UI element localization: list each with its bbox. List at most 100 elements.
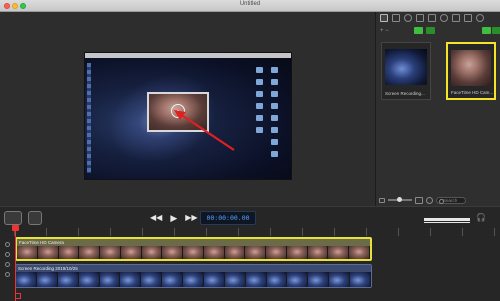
- fast-forward-icon[interactable]: ▶▶: [185, 213, 197, 224]
- thumbnail-size-slider[interactable]: [388, 197, 412, 202]
- thumbnail-small-icon[interactable]: [379, 197, 385, 203]
- desktop-dock: [87, 63, 91, 173]
- clip-frame: [16, 272, 37, 287]
- callout-icon[interactable]: [428, 14, 436, 22]
- clip-frame: [308, 272, 330, 287]
- red-arrow-annotation: [174, 110, 235, 151]
- desktop-icon: [271, 115, 278, 121]
- desktop-icons: [241, 63, 285, 173]
- video-properties-icon[interactable]: [392, 14, 400, 22]
- clip-frame: [183, 246, 204, 259]
- clip-frame: [203, 272, 225, 287]
- panel-footer: Search: [376, 194, 500, 206]
- track-lock-icon[interactable]: [4, 242, 10, 247]
- media-label: Screen Recording...: [385, 91, 425, 96]
- desktop-icon: [271, 127, 278, 133]
- clip-frame: [36, 272, 58, 287]
- clip-frame: [120, 272, 142, 287]
- text-icon[interactable]: [464, 14, 472, 22]
- transport-controls: ◀◀ ▶ ▶▶: [150, 213, 198, 224]
- audio-properties-icon[interactable]: [404, 14, 412, 22]
- clip-frame: [120, 246, 142, 259]
- clip-frame: [328, 246, 350, 259]
- timeline-ruler[interactable]: [14, 228, 500, 236]
- clip-frame: [203, 246, 225, 259]
- clip-frame: [79, 246, 101, 259]
- rewind-icon[interactable]: ◀◀: [150, 213, 162, 224]
- clip-frame: [349, 246, 370, 259]
- thumbnail-large-icon[interactable]: [415, 196, 423, 204]
- media-item-screen-recording[interactable]: Screen Recording...: [381, 42, 431, 100]
- headphones-icon[interactable]: 🎧: [476, 213, 486, 222]
- gear-icon[interactable]: [426, 196, 433, 204]
- clip-frame: [307, 246, 329, 259]
- clip-frames: [17, 246, 370, 259]
- desktop-icon: [271, 67, 278, 73]
- volume-level-bar: [424, 218, 470, 221]
- clip-frame: [224, 272, 246, 287]
- edit-tool-button[interactable]: [4, 211, 22, 225]
- media-library-icon[interactable]: [380, 14, 388, 22]
- view-toggle-button[interactable]: [492, 27, 500, 34]
- touch-callout-icon[interactable]: [440, 14, 448, 22]
- track-lock-icon[interactable]: [4, 262, 10, 267]
- clip-frame: [183, 272, 204, 287]
- screen-recording-properties-icon[interactable]: [416, 14, 424, 22]
- timeline[interactable]: FaceTime HD Camera Screen Recording 2019…: [0, 225, 500, 301]
- desktop-icon: [271, 79, 278, 85]
- desktop-icon: [256, 127, 263, 133]
- clip-frame: [141, 272, 163, 287]
- clip-frame: [329, 272, 350, 287]
- timeline-clip-screen-recording[interactable]: Screen Recording 2019/10/25: [15, 264, 372, 288]
- playback-controls: ◀◀ ▶ ▶▶ 00:00:00.00 🎧: [0, 206, 500, 228]
- track-visibility-icon[interactable]: [4, 272, 10, 277]
- slider-knob[interactable]: [397, 197, 402, 202]
- clip-frame: [58, 246, 80, 259]
- clip-frame: [17, 246, 38, 259]
- clip-frame: [245, 246, 267, 259]
- preview-canvas[interactable]: [0, 12, 375, 206]
- track-visibility-icon[interactable]: [4, 252, 10, 257]
- annotation-icon[interactable]: [452, 14, 460, 22]
- clip-frame: [266, 272, 288, 287]
- desktop-icon: [271, 91, 278, 97]
- media-library-panel: + − Screen Recording... FaceTime HD Cam.…: [375, 12, 500, 206]
- playhead[interactable]: [15, 228, 16, 301]
- desktop-menubar: [85, 53, 291, 58]
- clip-frame: [141, 246, 163, 259]
- play-icon[interactable]: ▶: [170, 213, 177, 224]
- clip-frame: [287, 272, 309, 287]
- clip-frame: [57, 272, 79, 287]
- desktop-icon: [256, 115, 263, 121]
- desktop-icon: [271, 103, 278, 109]
- add-track-marker[interactable]: [15, 293, 21, 299]
- desktop-icon: [271, 151, 278, 157]
- clip-frame: [266, 246, 287, 259]
- desktop-icon: [256, 103, 263, 109]
- media-icon[interactable]: [476, 14, 484, 22]
- title-bar: Untitled: [0, 0, 500, 12]
- desktop-icon: [256, 79, 263, 85]
- remove-media-icon[interactable]: + −: [380, 28, 389, 34]
- timeline-clip-facetime-camera[interactable]: FaceTime HD Camera: [15, 237, 372, 261]
- clip-frame: [78, 272, 100, 287]
- timecode-display: 00:00:00.00: [200, 211, 256, 225]
- playhead-handle[interactable]: [12, 225, 19, 231]
- clip-frame: [350, 272, 371, 287]
- search-input[interactable]: Search: [436, 196, 466, 204]
- crop-tool-button[interactable]: [28, 211, 42, 225]
- clip-frame: [162, 272, 183, 287]
- clip-frame: [286, 246, 308, 259]
- desktop-icon: [271, 139, 278, 145]
- add-media-button[interactable]: [482, 27, 491, 34]
- screenflow-window: Untitled + − Screen Recording... FaceTim…: [0, 0, 500, 301]
- clip-frames: [16, 272, 371, 287]
- clip-frame: [37, 246, 59, 259]
- clip-label: FaceTime HD Camera: [19, 240, 64, 245]
- clip-frame: [162, 246, 184, 259]
- media-thumbnail: [385, 49, 427, 85]
- media-item-facetime-camera[interactable]: FaceTime HD Cam...: [446, 42, 496, 100]
- media-label: FaceTime HD Cam...: [451, 90, 494, 95]
- record-audio-button[interactable]: [426, 27, 435, 34]
- record-screen-button[interactable]: [414, 27, 423, 34]
